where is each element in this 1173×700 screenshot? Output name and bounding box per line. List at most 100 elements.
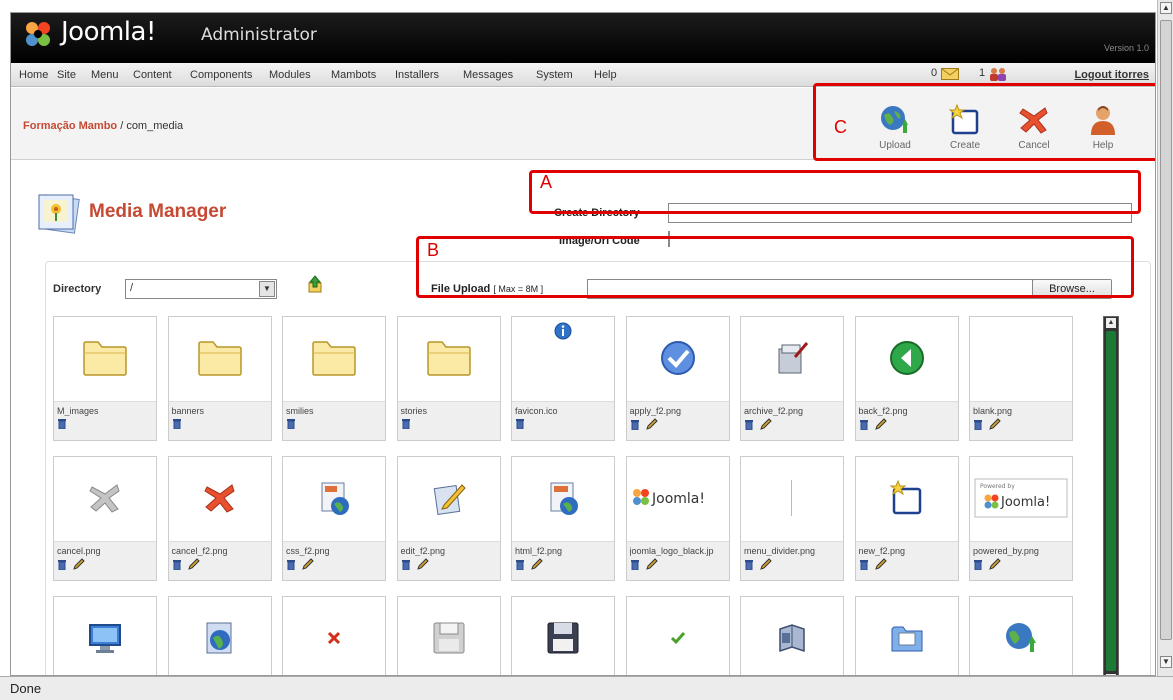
file-thumbnail[interactable]: [741, 597, 843, 675]
trash-icon[interactable]: [401, 560, 411, 573]
file-thumbnail[interactable]: [512, 457, 614, 541]
window-scroll-up[interactable]: ▲: [1160, 2, 1172, 14]
file-tile[interactable]: [740, 596, 844, 675]
pencil-icon[interactable]: [989, 558, 1001, 573]
users-count[interactable]: 1: [979, 67, 985, 79]
menu-messages[interactable]: Messages: [463, 69, 513, 81]
pencil-icon[interactable]: [874, 558, 887, 573]
file-thumbnail[interactable]: [398, 317, 500, 401]
file-tile[interactable]: archive_f2.png: [740, 316, 844, 441]
trash-icon[interactable]: [401, 419, 411, 432]
file-tile[interactable]: stories: [396, 316, 501, 441]
pencil-icon[interactable]: [416, 558, 429, 573]
file-tile[interactable]: Joomla! joomla_logo_black.jp: [625, 456, 730, 581]
pencil-icon[interactable]: [989, 418, 1001, 433]
file-tile[interactable]: edit_f2.png: [396, 456, 501, 581]
trash-icon[interactable]: [286, 419, 296, 432]
file-tile[interactable]: blank.png: [969, 316, 1073, 441]
breadcrumb-site[interactable]: Formação Mambo: [23, 120, 117, 132]
trash-icon[interactable]: [973, 420, 983, 433]
trash-icon[interactable]: [859, 560, 869, 573]
file-tile[interactable]: smilies: [282, 316, 386, 441]
file-thumbnail[interactable]: [283, 317, 385, 401]
window-scroll-down[interactable]: ▼: [1160, 656, 1172, 668]
trash-icon[interactable]: [630, 560, 640, 573]
trash-icon[interactable]: [172, 560, 182, 573]
file-thumbnail[interactable]: [169, 317, 271, 401]
file-tile[interactable]: css_f2.png: [282, 456, 386, 581]
menu-menu[interactable]: Menu: [91, 69, 119, 81]
trash-icon[interactable]: [859, 420, 869, 433]
file-thumbnail[interactable]: [283, 597, 385, 675]
file-tile[interactable]: html_f2.png: [511, 456, 615, 581]
file-tile[interactable]: favicon.ico: [511, 316, 615, 441]
menu-modules[interactable]: Modules: [269, 69, 311, 81]
file-tile[interactable]: M_images: [53, 316, 157, 441]
pencil-icon[interactable]: [73, 558, 85, 573]
pencil-icon[interactable]: [645, 418, 658, 433]
folder-up-icon[interactable]: [307, 275, 323, 293]
menu-system[interactable]: System: [536, 69, 573, 81]
file-tile[interactable]: new_f2.png: [854, 456, 959, 581]
mail-icon[interactable]: [941, 68, 959, 80]
trash-icon[interactable]: [515, 560, 525, 573]
file-tile[interactable]: cancel_f2.png: [167, 456, 272, 581]
file-thumbnail[interactable]: [54, 317, 156, 401]
menu-installers[interactable]: Installers: [395, 69, 439, 81]
file-thumbnail[interactable]: [627, 597, 729, 675]
file-thumbnail[interactable]: [283, 457, 385, 541]
file-tile[interactable]: cancel.png: [53, 456, 157, 581]
scroll-up-arrow[interactable]: ▲: [1106, 318, 1116, 328]
trash-icon[interactable]: [744, 560, 754, 573]
trash-icon[interactable]: [286, 560, 296, 573]
file-thumbnail[interactable]: [169, 597, 271, 675]
menu-content[interactable]: Content: [133, 69, 172, 81]
file-tile[interactable]: [282, 596, 386, 675]
file-tile[interactable]: [53, 596, 157, 675]
pencil-icon[interactable]: [531, 558, 543, 573]
pencil-icon[interactable]: [874, 418, 887, 433]
menu-site[interactable]: Site: [57, 69, 76, 81]
file-thumbnail[interactable]: [970, 597, 1072, 675]
file-thumbnail[interactable]: [398, 597, 500, 675]
users-icon[interactable]: [989, 67, 1007, 81]
pencil-icon[interactable]: [645, 558, 658, 573]
menu-components[interactable]: Components: [190, 69, 252, 81]
file-tile[interactable]: back_f2.png: [854, 316, 959, 441]
file-tile[interactable]: [396, 596, 501, 675]
file-thumbnail[interactable]: [54, 457, 156, 541]
file-thumbnail[interactable]: [169, 457, 271, 541]
file-tile[interactable]: [511, 596, 615, 675]
file-tile[interactable]: banners: [167, 316, 272, 441]
file-thumbnail[interactable]: [970, 317, 1072, 401]
file-thumbnail[interactable]: [512, 597, 614, 675]
file-thumbnail[interactable]: [54, 597, 156, 675]
trash-icon[interactable]: [973, 560, 983, 573]
file-thumbnail[interactable]: Joomla!: [627, 457, 729, 541]
trash-icon[interactable]: [630, 420, 640, 433]
chevron-down-icon[interactable]: ▼: [259, 281, 275, 297]
window-scrollbar[interactable]: ▲ ▼: [1157, 0, 1173, 676]
trash-icon[interactable]: [515, 419, 525, 432]
file-thumbnail[interactable]: [398, 457, 500, 541]
trash-icon[interactable]: [172, 419, 182, 432]
pencil-icon[interactable]: [760, 558, 772, 573]
file-thumbnail[interactable]: [856, 317, 958, 401]
menu-home[interactable]: Home: [19, 69, 48, 81]
file-tile[interactable]: [625, 596, 730, 675]
directory-select[interactable]: / ▼: [125, 279, 277, 299]
media-grid-scrollbar[interactable]: ▲ ▼: [1103, 316, 1119, 675]
trash-icon[interactable]: [57, 560, 67, 573]
trash-icon[interactable]: [57, 419, 67, 432]
file-tile[interactable]: [854, 596, 959, 675]
menu-help[interactable]: Help: [594, 69, 617, 81]
messages-count[interactable]: 0: [931, 67, 937, 79]
file-thumbnail[interactable]: Powered by Joomla!: [970, 457, 1072, 541]
file-thumbnail[interactable]: [627, 317, 729, 401]
window-scroll-thumb[interactable]: [1160, 20, 1172, 640]
pencil-icon[interactable]: [760, 418, 772, 433]
file-tile[interactable]: [969, 596, 1073, 675]
file-thumbnail[interactable]: [512, 317, 614, 401]
pencil-icon[interactable]: [302, 558, 314, 573]
pencil-icon[interactable]: [187, 558, 200, 573]
